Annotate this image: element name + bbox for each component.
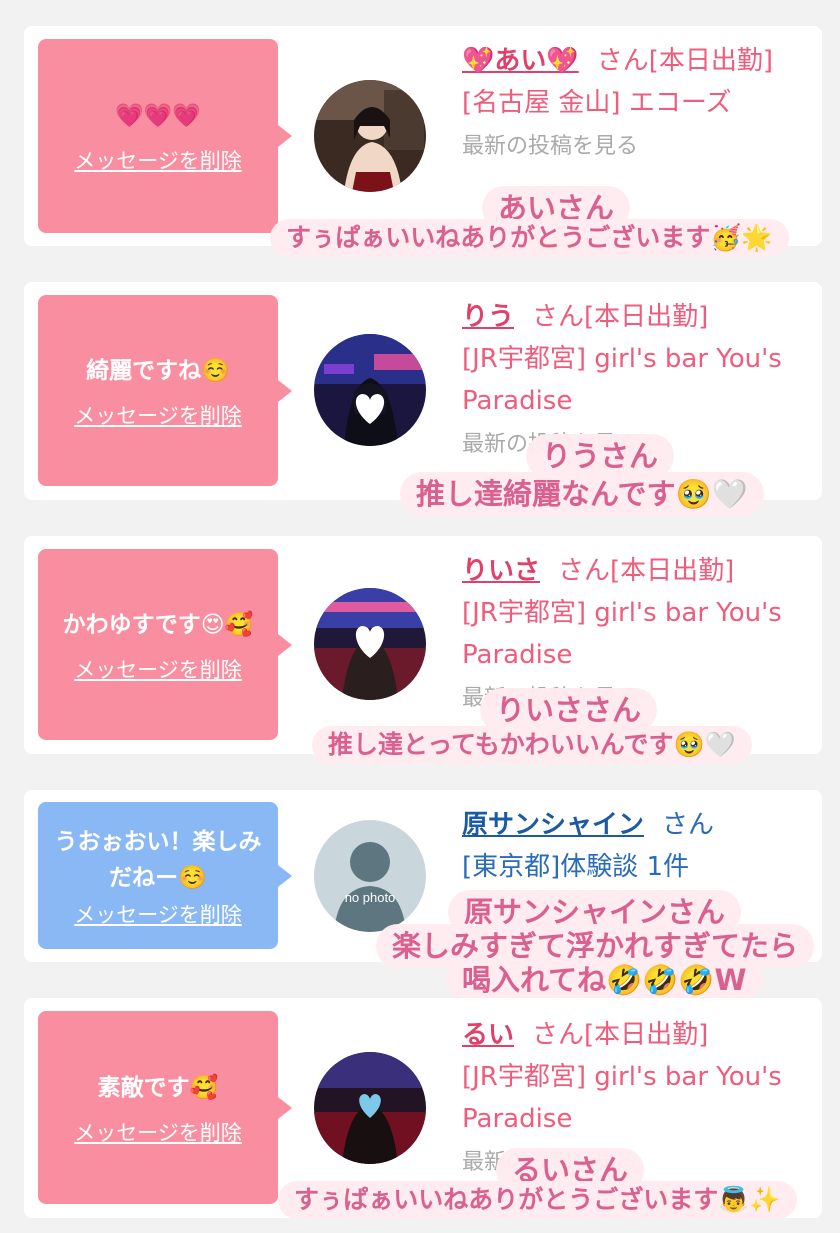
shop-info: [JR宇都宮] girl's bar You's Paradise [462, 1062, 782, 1134]
sticker-text: 喝入れてね🤣🤣🤣W [446, 958, 763, 1002]
like-card: 💗💗💗 メッセージを削除 💖あい💖 さん[本日出勤] [名古屋 金山] エコーズ … [24, 26, 822, 246]
san-suffix: さん [662, 810, 715, 840]
message-text: 綺麗ですね☺️ [86, 357, 230, 384]
message-text: 💗💗💗 [115, 103, 201, 129]
sticker-text: すぅぱぁいいねありがとうございます👼✨ [278, 1181, 797, 1219]
like-card: 綺麗ですね☺️ メッセージを削除 りう さん[本日出勤] [JR宇都宮] girl… [24, 282, 822, 500]
shop-info: [JR宇都宮] girl's bar You's Paradise [462, 344, 782, 416]
avatar[interactable] [314, 1052, 426, 1164]
latest-post-link[interactable]: 最新の投稿を見る [462, 134, 638, 159]
no-photo-label: no photo [345, 890, 396, 905]
cast-name-link[interactable]: 原サンシャイン [462, 810, 644, 840]
delete-message-link[interactable]: メッセージを削除 [74, 1120, 242, 1146]
avatar[interactable]: no photo [314, 820, 426, 932]
message-text: 素敵です🥰 [97, 1074, 219, 1101]
message-bubble: 💗💗💗 メッセージを削除 [38, 39, 292, 233]
work-status: [本日出勤] [648, 46, 774, 76]
delete-message-link[interactable]: メッセージを削除 [74, 148, 242, 174]
delete-message-link[interactable]: メッセージを削除 [74, 902, 242, 928]
work-status: [本日出勤] [584, 302, 709, 332]
cast-info: 💖あい💖 さん[本日出勤] [名古屋 金山] エコーズ 最新の投稿を見る [462, 40, 802, 168]
cast-name-link[interactable]: りいさ [462, 556, 540, 586]
avatar[interactable] [314, 588, 426, 700]
delete-message-link[interactable]: メッセージを削除 [74, 657, 242, 683]
message-text: うおぉおい！楽しみだねー☺️ [54, 828, 262, 891]
shop-info: [JR宇都宮] girl's bar You's Paradise [462, 598, 782, 670]
work-status: [本日出勤] [584, 1020, 709, 1050]
cast-name-link[interactable]: 💖あい💖 [462, 46, 579, 76]
cast-name-link[interactable]: りう [462, 302, 514, 332]
cast-name-link[interactable]: るい [462, 1020, 514, 1050]
delete-message-link[interactable]: メッセージを削除 [74, 403, 242, 429]
work-status: [本日出勤] [610, 556, 735, 586]
san-suffix: さん [596, 46, 649, 76]
message-text: かわゆすです😍🥰 [62, 611, 254, 638]
sticker-text: 推し達とってもかわいいんです🥹🤍 [312, 726, 752, 764]
sticker-text: 推し達綺麗なんです🥹🤍 [400, 472, 764, 516]
avatar[interactable] [314, 80, 426, 192]
cast-info: 原サンシャイン さん [東京都]体験談 1件 [462, 804, 802, 888]
message-bubble: 素敵です🥰 メッセージを削除 [38, 1011, 292, 1204]
message-bubble: 綺麗ですね☺️ メッセージを削除 [38, 295, 292, 486]
shop-info: [名古屋 金山] エコーズ [462, 88, 732, 118]
sticker-text: すぅぱぁいいねありがとうございます🥳🌟 [270, 219, 789, 257]
review-info: [東京都]体験談 1件 [462, 852, 690, 882]
san-suffix: さん [532, 1020, 585, 1050]
avatar[interactable] [314, 334, 426, 446]
like-card: かわゆすです😍🥰 メッセージを削除 りいさ さん[本日出勤] [JR宇都宮] gi… [24, 536, 822, 754]
message-bubble: うおぉおい！楽しみだねー☺️ メッセージを削除 [38, 802, 292, 949]
san-suffix: さん [532, 302, 585, 332]
san-suffix: さん [558, 556, 611, 586]
message-bubble: かわゆすです😍🥰 メッセージを削除 [38, 549, 292, 740]
